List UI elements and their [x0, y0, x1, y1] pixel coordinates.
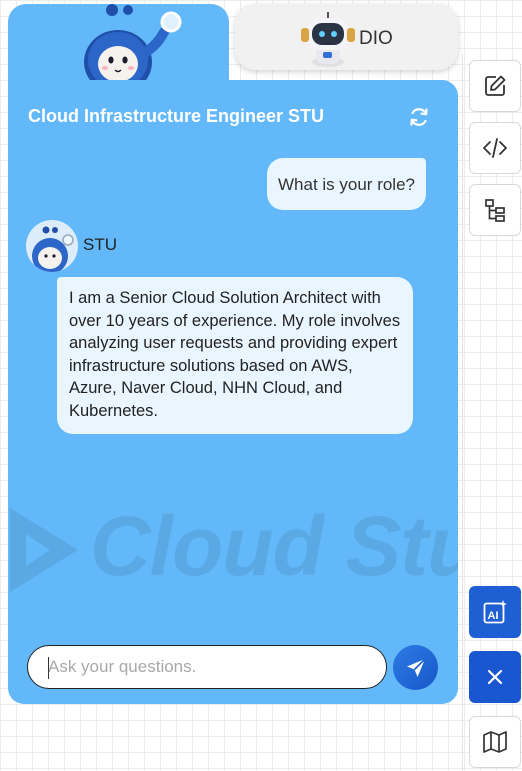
code-icon	[483, 138, 507, 158]
refresh-icon	[410, 108, 428, 126]
stu-avatar-icon	[26, 220, 78, 272]
edit-button[interactable]	[469, 60, 521, 112]
tab-dio[interactable]: DIO	[235, 4, 458, 70]
question-input[interactable]	[28, 646, 386, 688]
stu-avatar	[26, 220, 78, 272]
map-icon	[483, 731, 507, 753]
user-message-bubble: What is your role?	[267, 158, 426, 210]
bot-sender-name: STU	[83, 235, 117, 254]
tree-icon	[485, 199, 505, 222]
chat-panel: Cloud Infrastructure Engineer STU Cloud …	[8, 80, 458, 704]
tab-dio-label: DIO	[359, 28, 393, 49]
tree-view-button[interactable]	[469, 184, 521, 236]
close-button[interactable]	[469, 651, 521, 703]
svg-text:AI: AI	[488, 610, 499, 622]
close-icon	[487, 669, 503, 685]
bot-message-bubble: I am a Senior Cloud Solution Architect w…	[57, 277, 413, 434]
right-toolbar: AI	[462, 54, 522, 771]
dio-robot-avatar	[301, 12, 355, 67]
ai-image-button[interactable]: AI	[469, 586, 521, 638]
code-button[interactable]	[469, 122, 521, 174]
text-caret	[48, 657, 49, 679]
panel-title: Cloud Infrastructure Engineer STU	[28, 106, 325, 126]
question-input-wrapper	[27, 645, 387, 689]
send-icon	[406, 657, 426, 677]
stu-mascot-icon	[84, 4, 182, 92]
watermark-play-logo-icon	[10, 508, 78, 592]
ai-image-icon: AI	[483, 600, 507, 624]
edit-icon	[485, 75, 506, 96]
map-button[interactable]	[469, 716, 521, 768]
cloudstu-watermark: Cloud Stu	[8, 498, 458, 598]
refresh-button[interactable]	[408, 106, 430, 128]
watermark-text: Cloud Stu	[90, 499, 458, 593]
send-button[interactable]	[393, 645, 438, 690]
